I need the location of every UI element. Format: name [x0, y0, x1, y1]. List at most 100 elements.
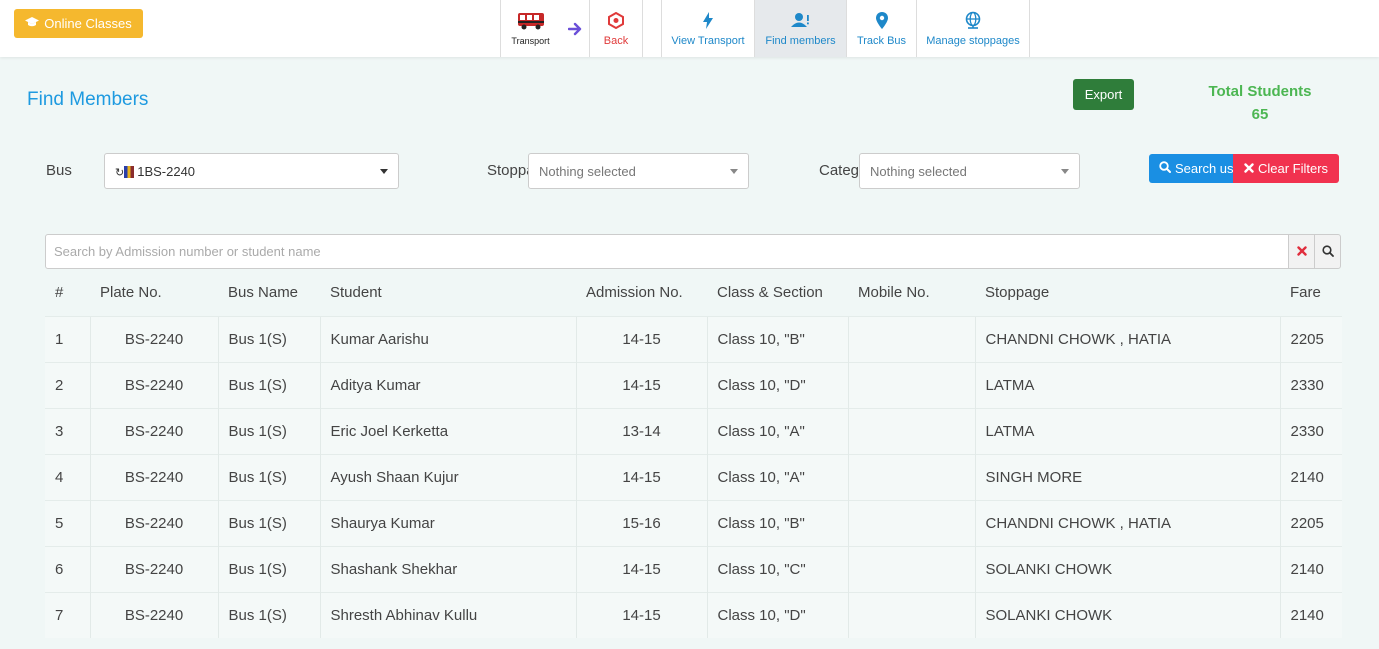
cell-plate: BS-2240: [89, 407, 218, 454]
cell-student: Shaurya Kumar: [319, 499, 576, 546]
cell-bus-name: Bus 1(S): [217, 453, 320, 500]
search-go-button[interactable]: [1314, 234, 1341, 269]
cell-student: Eric Joel Kerketta: [319, 407, 576, 454]
column-header-plate[interactable]: Plate No.: [90, 270, 218, 316]
nav-manage-stoppages-label: Manage stoppages: [926, 35, 1020, 47]
cell-class: Class 10, "D": [706, 591, 848, 638]
cell-num: 7: [45, 591, 90, 638]
column-header-bus-name[interactable]: Bus Name: [218, 270, 320, 316]
cell-plate: BS-2240: [89, 499, 218, 546]
table-row[interactable]: 7 BS-2240 Bus 1(S) Shresth Abhinav Kullu 14-…: [45, 591, 1342, 638]
clear-filters-button[interactable]: Clear Filters: [1233, 154, 1339, 183]
cell-student: Shresth Abhinav Kullu: [319, 591, 576, 638]
top-bar: Online Classes Transport Back View Trans…: [0, 0, 1379, 57]
search-clear-button[interactable]: [1288, 234, 1315, 269]
members-table-wrap: # Plate No. Bus Name Student Admission N…: [45, 270, 1342, 638]
nav-view-transport-label: View Transport: [671, 35, 745, 47]
cell-num: 2: [45, 361, 90, 408]
cell-student: Kumar Aarishu: [319, 315, 576, 362]
cell-stoppage: CHANDNI CHOWK , HATIA: [974, 315, 1280, 362]
column-header-student[interactable]: Student: [320, 270, 576, 316]
nav-manage-stoppages[interactable]: Manage stoppages: [916, 0, 1030, 57]
cell-num: 3: [45, 407, 90, 454]
arrow-right-icon: [567, 19, 582, 39]
category-filter-label: Category: [819, 162, 859, 179]
bus-select-value: 1BS-2240: [137, 163, 196, 179]
clear-filters-label: Clear Filters: [1257, 161, 1329, 176]
category-select-value: Nothing selected: [870, 163, 967, 179]
online-classes-label: Online Classes: [44, 16, 132, 31]
export-button[interactable]: Export: [1073, 79, 1134, 110]
cell-class: Class 10, "C": [706, 545, 848, 592]
close-icon: [1244, 161, 1254, 176]
cell-admission: 14-15: [575, 453, 707, 500]
users-icon: [790, 10, 811, 30]
close-icon: [1296, 244, 1307, 259]
table-row[interactable]: 4 BS-2240 Bus 1(S) Ayush Shaan Kujur 14-15 Cl…: [45, 453, 1342, 500]
table-row[interactable]: 3 BS-2240 Bus 1(S) Eric Joel Kerketta 13-14 C…: [45, 407, 1342, 454]
column-header-admission[interactable]: Admission No.: [576, 270, 707, 316]
cell-student: Aditya Kumar: [319, 361, 576, 408]
bus-color-swatch-icon: [124, 165, 135, 178]
search-icon: [1321, 244, 1334, 260]
bus-select[interactable]: ↻ 1BS-2240: [104, 153, 399, 189]
back-hexagon-icon: [608, 10, 624, 30]
table-row[interactable]: 5 BS-2240 Bus 1(S) Shaurya Kumar 15-16 Class …: [45, 499, 1342, 546]
search-button[interactable]: Search us: [1149, 154, 1237, 183]
table-row[interactable]: 1 BS-2240 Bus 1(S) Kumar Aarishu 14-15 Class …: [45, 315, 1342, 362]
nav-transport-label: Transport: [511, 36, 550, 46]
stoppage-select[interactable]: Nothing selected: [528, 153, 749, 189]
cell-plate: BS-2240: [89, 315, 218, 362]
student-search-input[interactable]: [45, 234, 1289, 269]
cell-bus-name: Bus 1(S): [217, 407, 320, 454]
nav-track-bus[interactable]: Track Bus: [846, 0, 917, 57]
bus-select-value-wrap: ↻ 1BS-2240: [115, 164, 380, 179]
column-header-stoppage[interactable]: Stoppage: [975, 270, 1280, 316]
cell-student: Shashank Shekhar: [319, 545, 576, 592]
nav-back[interactable]: Back: [589, 0, 643, 57]
phone-icon: ↻: [115, 166, 125, 179]
table-row[interactable]: 2 BS-2240 Bus 1(S) Aditya Kumar 14-15 Class 1…: [45, 361, 1342, 408]
nav-view-transport[interactable]: View Transport: [661, 0, 755, 57]
nav-find-members-label: Find members: [765, 35, 836, 47]
nav-find-members[interactable]: Find members: [754, 0, 847, 57]
members-table: # Plate No. Bus Name Student Admission N…: [45, 270, 1342, 638]
table-header-row: # Plate No. Bus Name Student Admission N…: [45, 270, 1342, 316]
cell-admission: 14-15: [575, 545, 707, 592]
bus-icon: [517, 11, 545, 31]
cell-bus-name: Bus 1(S): [217, 591, 320, 638]
stoppage-filter-label: Stoppage: [487, 162, 528, 179]
category-select[interactable]: Nothing selected: [859, 153, 1080, 189]
column-header-fare[interactable]: Fare: [1280, 270, 1342, 316]
total-students-label: Total Students: [1208, 83, 1312, 100]
column-header-class[interactable]: Class & Section: [707, 270, 848, 316]
graduation-cap-icon: [25, 16, 40, 31]
cell-fare: 2205: [1279, 315, 1342, 362]
online-classes-button[interactable]: Online Classes: [14, 9, 143, 38]
cell-plate: BS-2240: [89, 453, 218, 500]
table-row[interactable]: 6 BS-2240 Bus 1(S) Shashank Shekhar 14-15 Cla…: [45, 545, 1342, 592]
cell-num: 5: [45, 499, 90, 546]
cell-bus-name: Bus 1(S): [217, 315, 320, 362]
page-title: Find Members: [27, 89, 149, 110]
column-header-num: #: [55, 284, 64, 302]
cell-mobile: [847, 453, 975, 500]
search-button-label: Search us: [1175, 161, 1234, 176]
cell-num: 4: [45, 453, 90, 500]
cell-fare: 2330: [1279, 407, 1342, 454]
column-header-mobile[interactable]: Mobile No.: [848, 270, 975, 316]
cell-class: Class 10, "D": [706, 361, 848, 408]
bolt-icon: [703, 10, 713, 30]
nav-transport[interactable]: Transport: [500, 0, 561, 57]
nav-forward[interactable]: [560, 0, 590, 57]
cell-num: 1: [45, 315, 90, 362]
cell-mobile: [847, 361, 975, 408]
cell-admission: 14-15: [575, 315, 707, 362]
globe-icon: [964, 10, 982, 30]
cell-fare: 2140: [1279, 545, 1342, 592]
stoppage-select-value: Nothing selected: [539, 163, 636, 179]
cell-admission: 15-16: [575, 499, 707, 546]
cell-stoppage: SOLANKI CHOWK: [974, 591, 1280, 638]
cell-mobile: [847, 407, 975, 454]
map-marker-icon: [875, 10, 888, 30]
